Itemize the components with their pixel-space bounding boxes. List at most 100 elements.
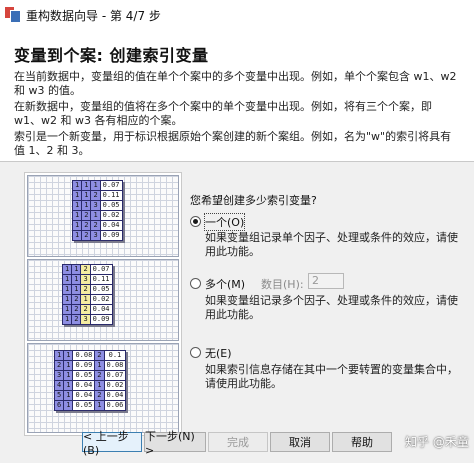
illustration-multiple-index: 1 1 2 0.07 1 1 3 0.11 1 1 2 0.05 1 2 1 0.02 1 2 2 0.04 1 2 3 0.… (27, 259, 179, 341)
finish-button[interactable]: 完成 (208, 432, 268, 452)
index-count-label: 数目(H): (261, 278, 304, 291)
example-cell: 0.05 (99, 200, 123, 211)
example-cell: 2 (94, 390, 105, 401)
example-cell: 0.09 (72, 360, 96, 371)
example-row: 1 2 2 0.04 (61, 304, 113, 315)
wizard-body: 1 1 1 0.07 1 1 2 0.11 1 1 3 0.05 1 2 1 0.02 1 2 2 0.04 1 2 3 0.… (0, 162, 474, 463)
example-cell: 1 (71, 230, 83, 241)
example-cell: 6 (53, 400, 65, 411)
example-cell: 2 (81, 230, 92, 241)
example-cell: 2 (80, 284, 91, 295)
example-row: 1 2 1 0.02 (71, 210, 123, 221)
example-cell: 1 (94, 380, 105, 391)
example-cell: 2 (53, 360, 65, 371)
example-cell: 0.04 (103, 390, 127, 401)
example-row: 4 1 0.04 1 0.02 (53, 380, 127, 391)
example-row: 2 1 0.09 1 0.08 (53, 360, 127, 371)
illustration-frame: 1 1 1 0.07 1 1 2 0.11 1 1 3 0.05 1 2 1 0.02 1 2 2 0.04 1 2 3 0.… (24, 172, 182, 436)
example-cell: 4 (53, 380, 65, 391)
watermark-text: 知乎 @禾童 (405, 435, 469, 449)
illustration-one-index: 1 1 1 0.07 1 1 2 0.11 1 1 3 0.05 1 2 1 0.02 1 2 2 0.04 1 2 3 0.… (27, 175, 179, 257)
example-cell: 1 (71, 220, 83, 231)
example-cell: 1 (81, 180, 92, 191)
next-button[interactable]: 下一步(N) > (144, 430, 206, 457)
example-cell: 0.05 (72, 400, 96, 411)
example-cell: 1 (71, 210, 83, 221)
description-paragraph-1: 在当前数据中，变量组的值在单个个案中的多个变量中出现。例如，单个个案包含 w1、… (14, 70, 457, 97)
example-cell: 0.05 (89, 284, 113, 295)
example-cell: 3 (90, 230, 101, 241)
example-cell: 1 (63, 360, 74, 371)
example-cell: 1 (71, 264, 82, 275)
example-row: 1 1 3 0.05 (71, 200, 123, 211)
example-cell: 1 (53, 350, 65, 361)
example-cell: 2 (90, 190, 101, 201)
example-cell: 2 (71, 314, 82, 325)
example-cell: 0.08 (103, 360, 127, 371)
example-cell: 0.02 (89, 294, 113, 305)
example-cell: 2 (94, 370, 105, 381)
example-cell: 2 (80, 264, 91, 275)
option-none-description: 如果索引信息存储在其中一个要转置的变量集合中，请使用此功能。 (205, 363, 458, 390)
example-cell: 1 (81, 190, 92, 201)
example-cell: 1 (61, 294, 73, 305)
option-multiple-description: 如果变量组记录多个因子、处理或条件的效应，请使用此功能。 (205, 294, 458, 321)
example-row: 1 2 3 0.09 (61, 314, 113, 325)
example-cell: 0.07 (89, 264, 113, 275)
example-cell: 2 (71, 304, 82, 315)
example-cell: 1 (63, 390, 74, 401)
example-cell: 1 (61, 284, 73, 295)
example-row: 1 2 1 0.02 (61, 294, 113, 305)
example-cell: 1 (71, 274, 82, 285)
example-cell: 1 (63, 380, 74, 391)
back-button[interactable]: < 上一步(B) (82, 430, 142, 457)
wizard-header: 变量到个案: 创建索引变量 在当前数据中，变量组的值在单个个案中的多个变量中出现… (0, 30, 474, 162)
option-one-description: 如果变量组记录单个因子、处理或条件的效应，请使用此功能。 (205, 231, 458, 258)
example-cell: 3 (80, 314, 91, 325)
cancel-button[interactable]: 取消 (270, 432, 330, 452)
example-cell: 2 (90, 220, 101, 231)
example-cell: 0.04 (72, 380, 96, 391)
description-paragraph-2: 在新数据中，变量组的值将在多个个案中的单个变量中出现。例如，将有三个个案，即 w… (14, 100, 432, 127)
example-cell: 1 (90, 180, 101, 191)
spss-app-icon (5, 7, 21, 23)
example-row: 6 1 0.05 1 0.06 (53, 400, 127, 411)
example-cell: 1 (63, 400, 74, 411)
example-cell: 0.08 (72, 350, 96, 361)
example-cell: 0.07 (103, 370, 127, 381)
example-cell: 0.05 (72, 370, 96, 381)
index-count-field[interactable]: 2 (308, 273, 344, 289)
help-button[interactable]: 帮助 (332, 432, 392, 452)
example-cell: 2 (71, 294, 82, 305)
option-one-label[interactable]: 一个(O) (203, 213, 246, 231)
example-cell: 0.04 (72, 390, 96, 401)
example-table-no-index: 1 1 0.08 2 0.1 2 1 0.09 1 0.08 3 1 0.05 2 0.07 4 1 0.04 1 0… (53, 350, 127, 411)
example-cell: 2 (81, 210, 92, 221)
example-row: 1 1 2 0.11 (71, 190, 123, 201)
example-cell: 0.02 (103, 380, 127, 391)
example-cell: 1 (90, 210, 101, 221)
example-cell: 2 (81, 220, 92, 231)
example-cell: 0.02 (99, 210, 123, 221)
example-cell: 1 (71, 190, 83, 201)
radio-no-index[interactable] (190, 347, 201, 358)
example-cell: 2 (80, 304, 91, 315)
window-title: 重构数据向导 - 第 4/7 步 (26, 8, 161, 23)
radio-multiple-index[interactable] (190, 278, 201, 289)
example-row: 1 2 3 0.09 (71, 230, 123, 241)
example-cell: 1 (71, 284, 82, 295)
example-cell: 0.1 (103, 350, 127, 361)
example-row: 1 1 3 0.11 (61, 274, 113, 285)
example-cell: 0.04 (99, 220, 123, 231)
example-cell: 0.04 (89, 304, 113, 315)
example-cell: 3 (53, 370, 65, 381)
option-multiple-label[interactable]: 多个(M) (205, 276, 245, 292)
example-cell: 0.07 (99, 180, 123, 191)
example-row: 1 1 1 0.07 (71, 180, 123, 191)
example-cell: 1 (71, 180, 83, 191)
example-cell: 5 (53, 390, 65, 401)
option-none-label[interactable]: 无(E) (205, 345, 232, 361)
example-cell: 0.09 (99, 230, 123, 241)
example-cell: 0.09 (89, 314, 113, 325)
radio-one-index[interactable] (190, 216, 201, 227)
